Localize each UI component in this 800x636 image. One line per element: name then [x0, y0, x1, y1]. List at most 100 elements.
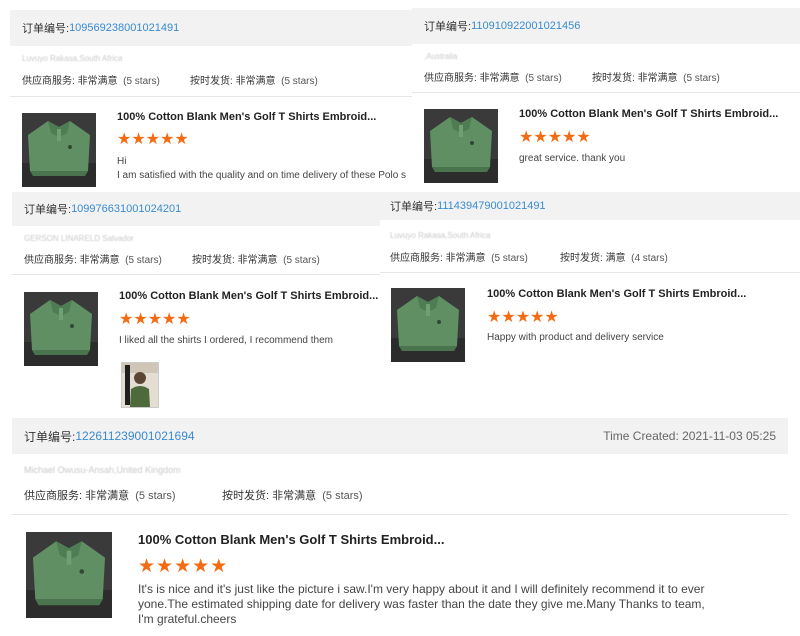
order-number-label: 订单编号: — [390, 201, 438, 213]
order-number-link[interactable]: 109976631001024201 — [71, 203, 181, 215]
supplier-service-label: 供应商服务: — [390, 253, 443, 264]
on-time-delivery-value: 非常满意 — [235, 76, 276, 87]
on-time-delivery-label: 按时发货: — [560, 253, 603, 264]
order-number-link[interactable]: 122611239001021694 — [75, 429, 194, 443]
star-icon: ★ — [515, 309, 531, 326]
on-time-delivery: 按时发货: 非常满意 (5 stars) — [192, 251, 320, 266]
on-time-delivery-value: 非常满意 — [237, 255, 278, 266]
review-text: great service. thank you — [519, 153, 626, 164]
star-icon: ★ — [160, 131, 175, 148]
polo-shirt-image — [24, 292, 98, 366]
supplier-service: 供应商服务: 非常满意 (5 stars) — [24, 251, 162, 266]
supplier-service: 供应商服务: 非常满意 (5 stars) — [424, 69, 562, 84]
on-time-delivery-stars: (5 stars) — [283, 255, 320, 266]
star-icon: ★ — [156, 556, 174, 577]
review-text: It's is nice and it's just like the pict… — [138, 582, 705, 626]
on-time-delivery-label: 按时发货: — [190, 76, 233, 87]
product-title-link[interactable]: 100% Cotton Blank Men's Golf T Shirts Em… — [117, 111, 376, 123]
on-time-delivery-value: 非常满意 — [637, 73, 678, 84]
rating-stars: ★ ★ ★ ★ ★ — [138, 557, 228, 576]
supplier-service-value: 非常满意 — [85, 490, 130, 502]
star-icon: ★ — [533, 129, 548, 146]
star-icon: ★ — [174, 556, 192, 577]
buyer-location: Luvuyo Rakasa,South Africa — [390, 231, 491, 240]
review-card: 订单编号: 110910922001021456 ,Australia 供应商服… — [412, 8, 800, 186]
polo-shirt-image — [22, 113, 96, 187]
product-thumbnail[interactable] — [391, 288, 465, 362]
on-time-delivery-stars: (4 stars) — [631, 253, 668, 264]
order-number-link[interactable]: 111439479001021491 — [437, 200, 546, 212]
star-icon: ★ — [487, 309, 502, 326]
on-time-delivery-stars: (5 stars) — [683, 73, 720, 84]
on-time-delivery-stars: (5 stars) — [281, 76, 318, 87]
on-time-delivery-label: 按时发货: — [192, 255, 235, 266]
star-icon: ★ — [133, 311, 148, 328]
product-title-link[interactable]: 100% Cotton Blank Men's Golf T Shirts Em… — [519, 108, 778, 120]
order-header: 订单编号: 111439479001021491 — [380, 192, 800, 220]
supplier-service: 供应商服务: 非常满意 (5 stars) — [390, 249, 528, 264]
on-time-delivery-label: 按时发货: — [592, 73, 635, 84]
supplier-service-value: 非常满意 — [445, 253, 486, 264]
supplier-service-label: 供应商服务: — [424, 73, 477, 84]
star-icon: ★ — [519, 129, 534, 146]
order-header: 订单编号: 109976631001024201 — [12, 192, 382, 226]
supplier-service-value: 非常满意 — [79, 255, 120, 266]
review-card: 订单编号: 122611239001021694 Time Created: 2… — [12, 418, 788, 634]
star-icon: ★ — [119, 311, 134, 328]
review-text: Happy with product and delivery service — [487, 332, 664, 343]
order-number-label: 订单编号: — [24, 429, 76, 444]
order-header: 订单编号: 122611239001021694 Time Created: 2… — [12, 418, 788, 454]
star-icon: ★ — [162, 311, 177, 328]
rating-stars: ★ ★ ★ ★ ★ — [119, 312, 191, 328]
order-number-link[interactable]: 110910922001021456 — [471, 20, 580, 32]
polo-shirt-image — [424, 109, 498, 183]
product-thumbnail[interactable] — [26, 532, 112, 618]
rating-stars: ★ ★ ★ ★ ★ — [487, 310, 559, 326]
on-time-delivery: 按时发货: 非常满意 (5 stars) — [592, 69, 720, 84]
divider — [412, 92, 800, 93]
review-card: 订单编号: 109976631001024201 GERSON LINARELD… — [12, 192, 382, 410]
rating-stars: ★ ★ ★ ★ ★ — [519, 130, 591, 146]
review-photo[interactable] — [121, 362, 159, 408]
supplier-service-stars: (5 stars) — [135, 490, 176, 502]
buyer-location: ,Australia — [424, 52, 458, 61]
product-title-link[interactable]: 100% Cotton Blank Men's Golf T Shirts Em… — [487, 288, 746, 300]
product-thumbnail[interactable] — [22, 113, 96, 187]
polo-shirt-image — [391, 288, 465, 362]
supplier-service-stars: (5 stars) — [525, 73, 562, 84]
supplier-service-label: 供应商服务: — [24, 490, 83, 502]
divider — [380, 272, 800, 273]
order-number-link[interactable]: 109569238001021491 — [69, 22, 179, 34]
star-icon: ★ — [562, 129, 577, 146]
star-icon: ★ — [576, 129, 591, 146]
star-icon: ★ — [501, 309, 516, 326]
order-number-label: 订单编号: — [24, 204, 72, 216]
buyer-location: Michael Owusu-Ansah,United Kingdom — [24, 465, 181, 475]
product-thumbnail[interactable] — [424, 109, 498, 183]
review-card: 订单编号: 109569238001021491 Luvuyo Rakasa,S… — [10, 10, 420, 190]
supplier-service-stars: (5 stars) — [123, 76, 160, 87]
on-time-delivery: 按时发货: 满意 (4 stars) — [560, 249, 668, 264]
supplier-service-label: 供应商服务: — [22, 76, 75, 87]
time-created: Time Created: 2021-11-03 05:25 — [603, 429, 776, 443]
divider — [12, 274, 382, 275]
star-icon: ★ — [547, 129, 563, 146]
star-icon: ★ — [176, 311, 191, 328]
person-photo-icon — [122, 363, 158, 407]
star-icon: ★ — [145, 131, 161, 148]
buyer-location: Luvuyo Rakasa,South Africa — [22, 54, 123, 63]
star-icon: ★ — [530, 309, 545, 326]
product-title-link[interactable]: 100% Cotton Blank Men's Golf T Shirts Em… — [119, 290, 378, 302]
product-thumbnail[interactable] — [24, 292, 98, 366]
supplier-service-value: 非常满意 — [479, 73, 520, 84]
star-icon: ★ — [138, 556, 156, 577]
product-title-link[interactable]: 100% Cotton Blank Men's Golf T Shirts Em… — [138, 532, 444, 547]
divider — [10, 96, 420, 97]
rating-stars: ★ ★ ★ ★ ★ — [117, 132, 189, 148]
order-header: 订单编号: 109569238001021491 — [10, 10, 420, 46]
star-icon: ★ — [544, 309, 559, 326]
on-time-delivery: 按时发货: 非常满意 (5 stars) — [190, 72, 318, 87]
buyer-location: GERSON LINARELD Salvador — [24, 234, 134, 243]
star-icon: ★ — [192, 556, 210, 577]
supplier-service-label: 供应商服务: — [24, 255, 77, 266]
